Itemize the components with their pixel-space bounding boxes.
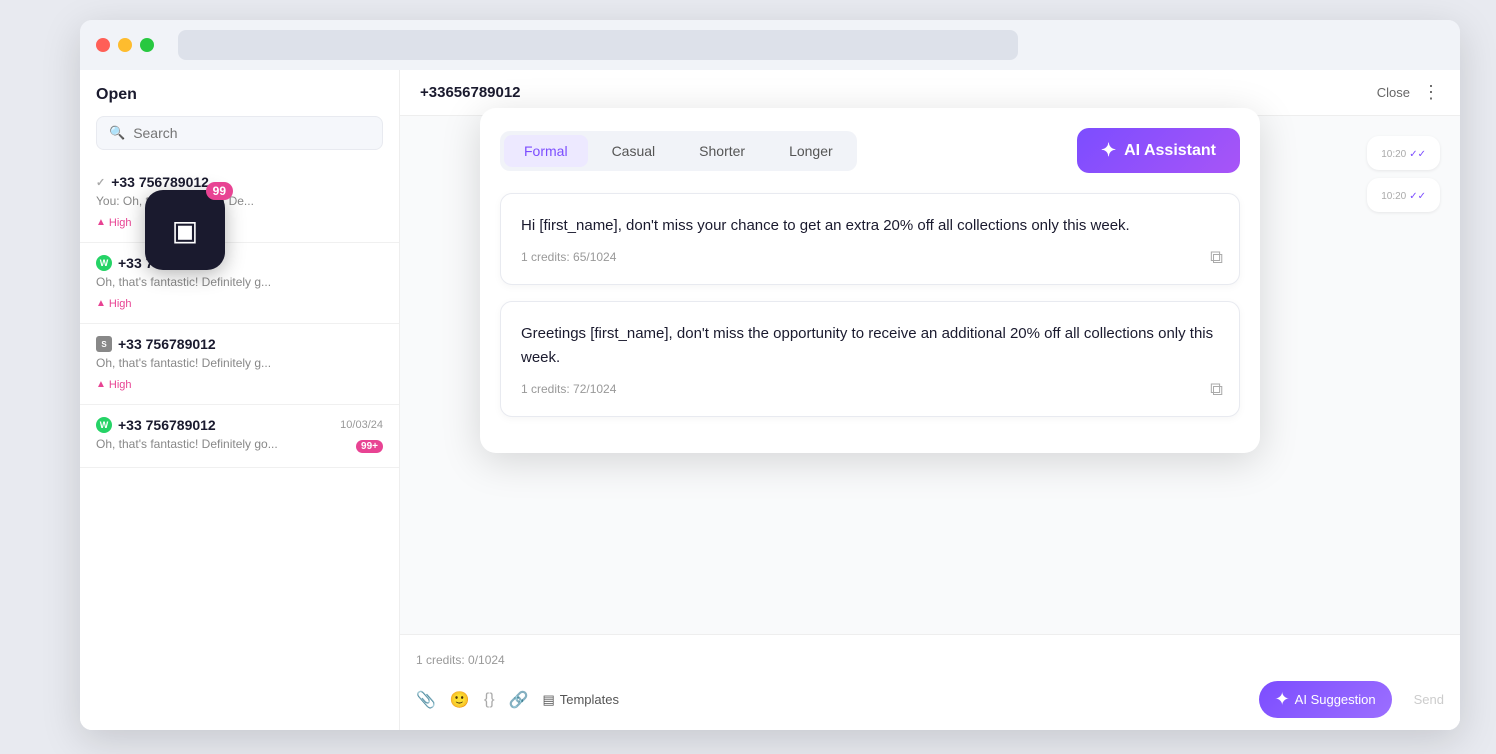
list-item[interactable]: W +33 756789012 Oh, that's fantastic! De… [80,243,399,324]
suggestion-card-2: Greetings [first_name], don't miss the o… [500,301,1240,417]
url-bar[interactable] [178,30,1018,60]
unread-badge: 99+ [356,440,383,453]
search-box[interactable]: 🔍 [96,116,383,150]
ai-suggestion-button[interactable]: ✦ AI Suggestion [1259,681,1392,718]
tab-formal[interactable]: Formal [504,135,588,167]
browser-titlebar [80,20,1460,70]
suggestion-credits-1: 1 credits: 65/1024 [521,250,1219,264]
conv-phone: ✓ +33 756789012 [96,174,209,190]
emoji-icon[interactable]: 🙂 [450,690,470,710]
sms-icon: S [96,336,112,352]
conv-phone: W +33 756789012 [96,417,216,433]
send-button[interactable]: Send [1414,692,1444,707]
close-button[interactable] [96,38,110,52]
priority-badge: ▲ High [96,379,132,391]
list-item[interactable]: S +33 756789012 Oh, that's fantastic! De… [80,324,399,405]
maximize-button[interactable] [140,38,154,52]
ai-sparkle-icon: ✦ [1101,140,1116,161]
credits-label: 1 credits: 0/1024 [416,647,1444,673]
input-toolbar: 📎 🙂 {} 🔗 ▤ Templates ✦ AI Suggestion Sen… [416,673,1444,718]
templates-button[interactable]: ▤ Templates [542,692,619,708]
chat-input-area: 1 credits: 0/1024 📎 🙂 {} 🔗 ▤ Templates ✦… [400,634,1460,730]
suggestion-text-2: Greetings [first_name], don't miss the o… [521,322,1219,370]
tab-shorter[interactable]: Shorter [679,135,765,167]
templates-icon: ▤ [542,692,554,708]
suggestion-text-1: Hi [first_name], don't miss your chance … [521,214,1219,238]
copy-button-1[interactable]: ⧉ [1210,247,1223,268]
attachment-icon[interactable]: 📎 [416,690,436,710]
message-bubble: 10:20 ✓✓ [1367,178,1440,212]
whatsapp-icon: W [96,417,112,433]
message-check-icon: ✓✓ [1409,191,1426,202]
message-time: 10:20 ✓✓ [1381,149,1426,160]
list-item[interactable]: W +33 756789012 10/03/24 Oh, that's fant… [80,405,399,468]
list-item[interactable]: ✓ +33 756789012 You: Oh, that's fantasti… [80,162,399,243]
tone-tabs: Formal Casual Shorter Longer [500,131,857,171]
tab-longer[interactable]: Longer [769,135,853,167]
sidebar-title: Open [96,86,137,104]
priority-badge: ▲ High [96,217,132,229]
app-icon-overlay[interactable]: ▣ 99 [145,190,225,270]
ai-assistant-panel: Formal Casual Shorter Longer ✦ AI Assist… [480,108,1260,453]
sidebar-header: Open [80,70,399,104]
message-time: 10:20 ✓✓ [1381,191,1426,202]
conv-phone: S +33 756789012 [96,336,216,352]
message-check-icon: ✓✓ [1409,149,1426,160]
suggestion-card-1: Hi [first_name], don't miss your chance … [500,193,1240,285]
copy-button-2[interactable]: ⧉ [1210,379,1223,400]
conversation-list: ✓ +33 756789012 You: Oh, that's fantasti… [80,162,399,730]
app-icon: ▣ [172,214,198,247]
priority-badge: ▲ High [96,298,132,310]
sidebar: Open 🔍 ✓ +33 756789012 You: Oh, that's f… [80,70,400,730]
more-options-icon[interactable]: ⋮ [1422,82,1440,103]
message-bubble: 10:20 ✓✓ [1367,136,1440,170]
link-icon[interactable]: 🔗 [509,690,529,710]
chat-phone: +33656789012 [420,84,521,101]
chat-header-actions: Close ⋮ [1377,82,1440,103]
suggestion-credits-2: 1 credits: 72/1024 [521,382,1219,396]
close-chat-button[interactable]: Close [1377,85,1410,100]
app-badge: 99 [206,182,233,200]
minimize-button[interactable] [118,38,132,52]
code-icon[interactable]: {} [484,691,495,709]
whatsapp-icon: W [96,255,112,271]
conv-preview: Oh, that's fantastic! Definitely g... [96,275,336,289]
check-icon: ✓ [96,176,105,189]
ai-assistant-button[interactable]: ✦ AI Assistant [1077,128,1240,173]
search-icon: 🔍 [109,125,125,141]
tab-casual[interactable]: Casual [592,135,676,167]
conv-preview: Oh, that's fantastic! Definitely go... [96,437,278,451]
search-input[interactable] [133,125,370,141]
conv-preview: Oh, that's fantastic! Definitely g... [96,356,336,370]
conv-date: 10/03/24 [340,419,383,431]
ai-panel-header: Formal Casual Shorter Longer ✦ AI Assist… [500,128,1240,173]
sparkle-icon: ✦ [1275,689,1290,710]
